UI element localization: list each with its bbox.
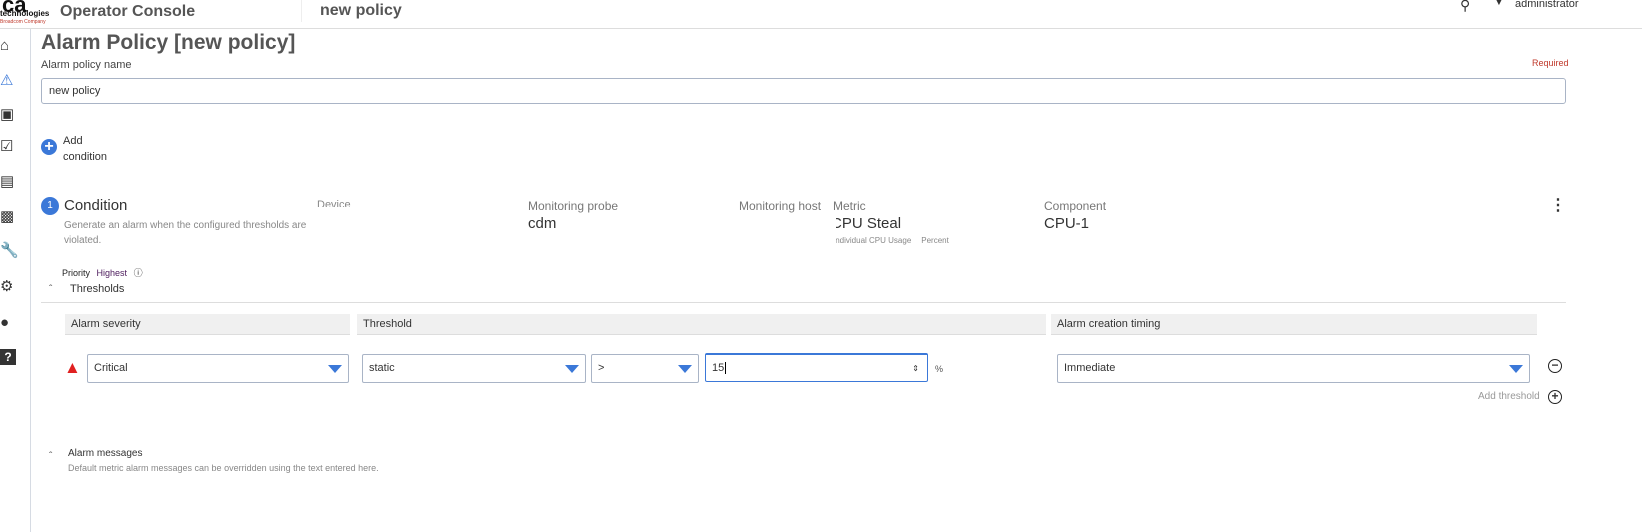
logo-sub: technologies xyxy=(0,9,50,18)
home-icon[interactable]: ⌂ xyxy=(0,38,16,54)
threshold-type-value: static xyxy=(369,362,395,374)
device-label: Device xyxy=(317,199,351,207)
dashboard-icon[interactable]: ▤ xyxy=(0,174,16,190)
help-icon[interactable]: ? xyxy=(0,349,16,365)
component-label: Component xyxy=(1044,199,1107,213)
user-caret-icon[interactable]: ▼ xyxy=(1493,0,1505,8)
messages-title[interactable]: Alarm messages xyxy=(68,448,142,459)
add-condition-label-2: condition xyxy=(63,151,108,163)
messages-collapse-icon[interactable]: ˆ xyxy=(49,451,52,462)
metric-group: Individual CPU Usage xyxy=(836,236,912,245)
probe-label: Monitoring probe xyxy=(528,199,619,213)
operator-select[interactable]: > xyxy=(591,354,699,383)
spinner-icon[interactable]: ⇕ xyxy=(912,355,919,382)
user-menu[interactable]: administrator xyxy=(1515,0,1579,10)
alarm-icon[interactable]: ⚠ xyxy=(0,73,16,89)
condition-number-badge: 1 xyxy=(41,197,59,215)
threshold-type-select[interactable]: static xyxy=(362,354,586,383)
chevron-down-icon xyxy=(565,365,579,373)
metric-unit: Percent xyxy=(921,236,949,245)
tools-icon[interactable]: 🔧 xyxy=(0,243,19,259)
unit-label: % xyxy=(935,364,944,374)
required-label: Required xyxy=(1532,58,1569,68)
app-title: Operator Console xyxy=(60,3,196,20)
header-alarm-timing: Alarm creation timing xyxy=(1051,314,1537,335)
probe-value: cdm xyxy=(528,215,557,232)
header-page-title: new policy xyxy=(320,2,402,19)
thresholds-collapse-icon[interactable]: ˆ xyxy=(49,284,52,295)
chevron-down-icon xyxy=(328,365,342,373)
settings-icon[interactable]: ⚙ xyxy=(0,279,16,295)
header-threshold: Threshold xyxy=(357,314,1046,335)
header-alarm-severity: Alarm severity xyxy=(65,314,350,335)
devices-icon[interactable]: ▣ xyxy=(0,107,16,123)
chevron-down-icon xyxy=(1509,365,1523,373)
metric-value: CPU Steal xyxy=(836,215,902,232)
chevron-down-icon xyxy=(678,365,692,373)
priority-value[interactable]: Highest xyxy=(97,268,128,278)
header: ca technologies Broadcom Company Operato… xyxy=(0,0,1642,29)
policy-name-input[interactable] xyxy=(41,78,1566,104)
condition-description: Generate an alarm when the configured th… xyxy=(64,220,307,246)
operator-value: > xyxy=(598,362,605,374)
timing-select[interactable]: Immediate xyxy=(1057,354,1530,383)
add-condition-label: Add xyxy=(63,135,83,147)
sidebar: ⌂ ⚠ ▣ ☑ ▤ ▩ 🔧 ⚙ ● ? xyxy=(0,29,31,532)
remove-threshold-icon[interactable]: − xyxy=(1548,359,1562,373)
threshold-value-input[interactable]: 15 ⇕ xyxy=(705,353,928,382)
logo-company: Broadcom Company xyxy=(0,19,46,25)
chat-icon[interactable]: ● xyxy=(0,315,16,331)
analytics-icon[interactable]: ▩ xyxy=(0,209,16,225)
severity-select[interactable]: Critical xyxy=(87,354,349,383)
more-options-icon[interactable]: ⋮ xyxy=(1550,198,1566,214)
help-circle-icon[interactable]: ⓘ xyxy=(134,268,143,278)
add-condition-icon[interactable]: + xyxy=(41,139,57,155)
priority-label: Priority xyxy=(62,268,91,278)
threshold-value: 15 xyxy=(712,362,725,374)
page-title: Alarm Policy [new policy] xyxy=(41,31,296,54)
host-label: Monitoring host xyxy=(739,199,822,213)
search-icon[interactable]: ⚲ xyxy=(1460,0,1470,14)
metric-label: Metric xyxy=(833,199,866,213)
messages-description: Default metric alarm messages can be ove… xyxy=(68,463,379,473)
condition-title: Condition xyxy=(64,197,128,214)
name-label: Alarm policy name xyxy=(41,59,132,71)
component-value: CPU-1 xyxy=(1044,215,1090,232)
thresholds-title[interactable]: Thresholds xyxy=(70,283,124,295)
reports-icon[interactable]: ☑ xyxy=(0,139,16,155)
add-threshold-button[interactable]: Add threshold xyxy=(1478,391,1540,402)
timing-value: Immediate xyxy=(1064,362,1116,374)
add-threshold-icon[interactable]: + xyxy=(1548,390,1562,404)
critical-warning-icon: ▲ xyxy=(64,358,81,377)
severity-value: Critical xyxy=(94,362,128,374)
add-condition-button[interactable]: Add condition xyxy=(63,133,107,165)
